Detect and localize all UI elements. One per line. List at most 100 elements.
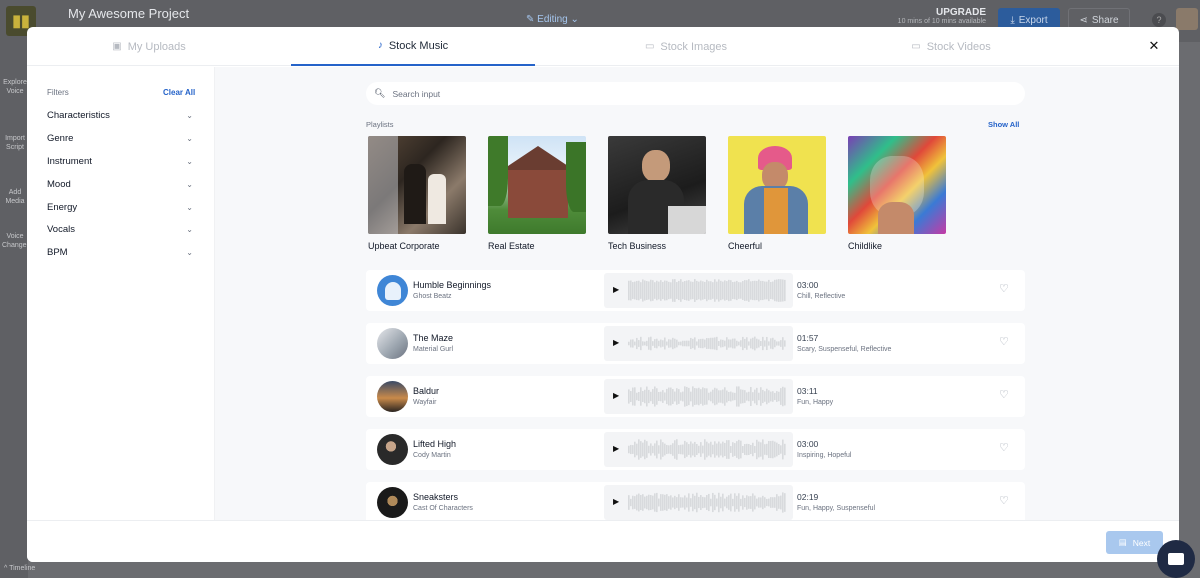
waveform-bar: [770, 497, 772, 508]
rail-explore-voice[interactable]: Explore Voice: [2, 78, 28, 96]
upgrade-block[interactable]: UPGRADE 10 mins of 10 mins available: [888, 7, 986, 25]
waveform-bar: [762, 280, 764, 301]
waveform-bar: [682, 340, 684, 347]
timeline-toggle[interactable]: ^ Timeline: [4, 565, 35, 572]
waveform-bar: [632, 445, 634, 454]
waveform-bar: [670, 282, 672, 299]
waveform-bar: [688, 493, 690, 512]
filter-genre[interactable]: Genre ⌄: [47, 130, 193, 146]
waveform-bar: [690, 498, 692, 507]
tab-stock-videos[interactable]: ▭ Stock Videos: [829, 27, 1073, 66]
heart-icon[interactable]: ♡: [999, 441, 1009, 454]
waveform-bar: [768, 341, 770, 346]
waveform-bar: [656, 338, 658, 349]
play-icon[interactable]: ▶: [613, 497, 619, 506]
waveform-bar: [766, 281, 768, 300]
waveform-bar: [726, 440, 728, 459]
waveform-bar: [666, 280, 668, 301]
tab-stock-music[interactable]: ♪ Stock Music: [291, 27, 535, 66]
waveform-bar: [708, 493, 710, 512]
waveform-bar: [718, 492, 720, 513]
waveform-bar: [724, 442, 726, 457]
waveform-bar: [638, 392, 640, 401]
waveform-bar: [714, 337, 716, 350]
play-icon[interactable]: ▶: [613, 285, 619, 294]
filter-bpm[interactable]: BPM ⌄: [47, 244, 193, 260]
waveform-bar: [660, 391, 662, 402]
waveform-bar: [750, 386, 752, 407]
filter-vocals[interactable]: Vocals ⌄: [47, 221, 193, 237]
play-icon[interactable]: ▶: [613, 444, 619, 453]
playlist-card[interactable]: Tech Business: [608, 136, 706, 251]
waveform-bar: [758, 279, 760, 302]
tab-my-uploads[interactable]: ▣ My Uploads: [27, 27, 271, 66]
chat-icon[interactable]: [1157, 540, 1195, 578]
filter-energy[interactable]: Energy ⌄: [47, 199, 193, 215]
user-avatar[interactable]: [1176, 8, 1198, 30]
waveform-bar: [630, 444, 632, 455]
waveform[interactable]: [628, 385, 786, 408]
waveform-bar: [692, 338, 694, 349]
waveform-bar: [746, 337, 748, 350]
filter-instrument[interactable]: Instrument ⌄: [47, 153, 193, 169]
rail-add-media[interactable]: Add Media: [2, 188, 28, 206]
play-icon[interactable]: ▶: [613, 338, 619, 347]
waveform[interactable]: [628, 438, 786, 461]
filter-characteristics[interactable]: Characteristics ⌄: [47, 107, 193, 123]
waveform-bar: [680, 279, 682, 302]
waveform-bar: [646, 495, 648, 510]
play-icon[interactable]: ▶: [613, 391, 619, 400]
track-row[interactable]: The Maze Material Gurl ▶ 01:57 Scary, Su…: [366, 323, 1025, 364]
waveform-bar: [642, 341, 644, 346]
waveform-bar: [720, 496, 722, 509]
waveform-bar: [762, 439, 764, 460]
search-bar[interactable]: 🔍︎: [366, 82, 1025, 105]
heart-icon[interactable]: ♡: [999, 282, 1009, 295]
playlist-card[interactable]: Cheerful: [728, 136, 826, 251]
waveform-bar: [756, 338, 758, 349]
waveform-bar: [644, 439, 646, 460]
waveform-bar: [698, 445, 700, 454]
track-row[interactable]: Sneaksters Cast Of Characters ▶ 02:19 Fu…: [366, 482, 1025, 520]
waveform-bar: [686, 386, 688, 407]
waveform-bar: [726, 390, 728, 403]
close-icon[interactable]: ✕: [1147, 38, 1161, 53]
rail-import-script[interactable]: Import Script: [2, 134, 28, 152]
playlist-card[interactable]: Real Estate: [488, 136, 586, 251]
track-row[interactable]: Baldur Wayfair ▶ 03:11 Fun, Happy ♡: [366, 376, 1025, 417]
heart-icon[interactable]: ♡: [999, 335, 1009, 348]
waveform-bar: [712, 282, 714, 299]
waveform-bar: [678, 445, 680, 454]
waveform-bar: [764, 497, 766, 508]
waveform-bar: [718, 441, 720, 458]
waveform-bar: [752, 337, 754, 350]
filter-mood[interactable]: Mood ⌄: [47, 176, 193, 192]
waveform[interactable]: [628, 279, 786, 302]
next-button[interactable]: ▤ Next: [1106, 531, 1163, 554]
heart-icon[interactable]: ♡: [999, 494, 1009, 507]
waveform[interactable]: [628, 332, 786, 355]
track-row[interactable]: Humble Beginnings Ghost Beatz ▶ 03:00 Ch…: [366, 270, 1025, 311]
heart-icon[interactable]: ♡: [999, 388, 1009, 401]
editing-status[interactable]: ✎ Editing ⌄: [526, 14, 579, 25]
music-browser: 🔍︎ Playlists Show All Upbeat Corporate R…: [215, 67, 1179, 520]
show-all-link[interactable]: Show All: [988, 120, 1019, 129]
image-icon: ▭: [644, 41, 655, 52]
help-icon[interactable]: ?: [1152, 13, 1166, 27]
tab-stock-images[interactable]: ▭ Stock Images: [564, 27, 808, 66]
rail-voice-changer[interactable]: Voice Changer: [2, 232, 29, 250]
waveform-bar: [664, 392, 666, 401]
track-row[interactable]: Lifted High Cody Martin ▶ 03:00 Inspirin…: [366, 429, 1025, 470]
waveform-bar: [650, 391, 652, 402]
waveform-bar: [758, 392, 760, 401]
clear-all-button[interactable]: Clear All: [163, 88, 195, 97]
tab-label: Stock Music: [388, 39, 449, 52]
waveform-bar: [648, 389, 650, 404]
waveform[interactable]: [628, 491, 786, 514]
playlist-card[interactable]: Childlike: [848, 136, 946, 251]
playlist-card[interactable]: Upbeat Corporate: [368, 136, 466, 251]
project-title[interactable]: My Awesome Project: [68, 6, 189, 21]
waveform-bar: [738, 493, 740, 512]
waveform-bar: [752, 392, 754, 401]
search-input[interactable]: [392, 88, 993, 99]
